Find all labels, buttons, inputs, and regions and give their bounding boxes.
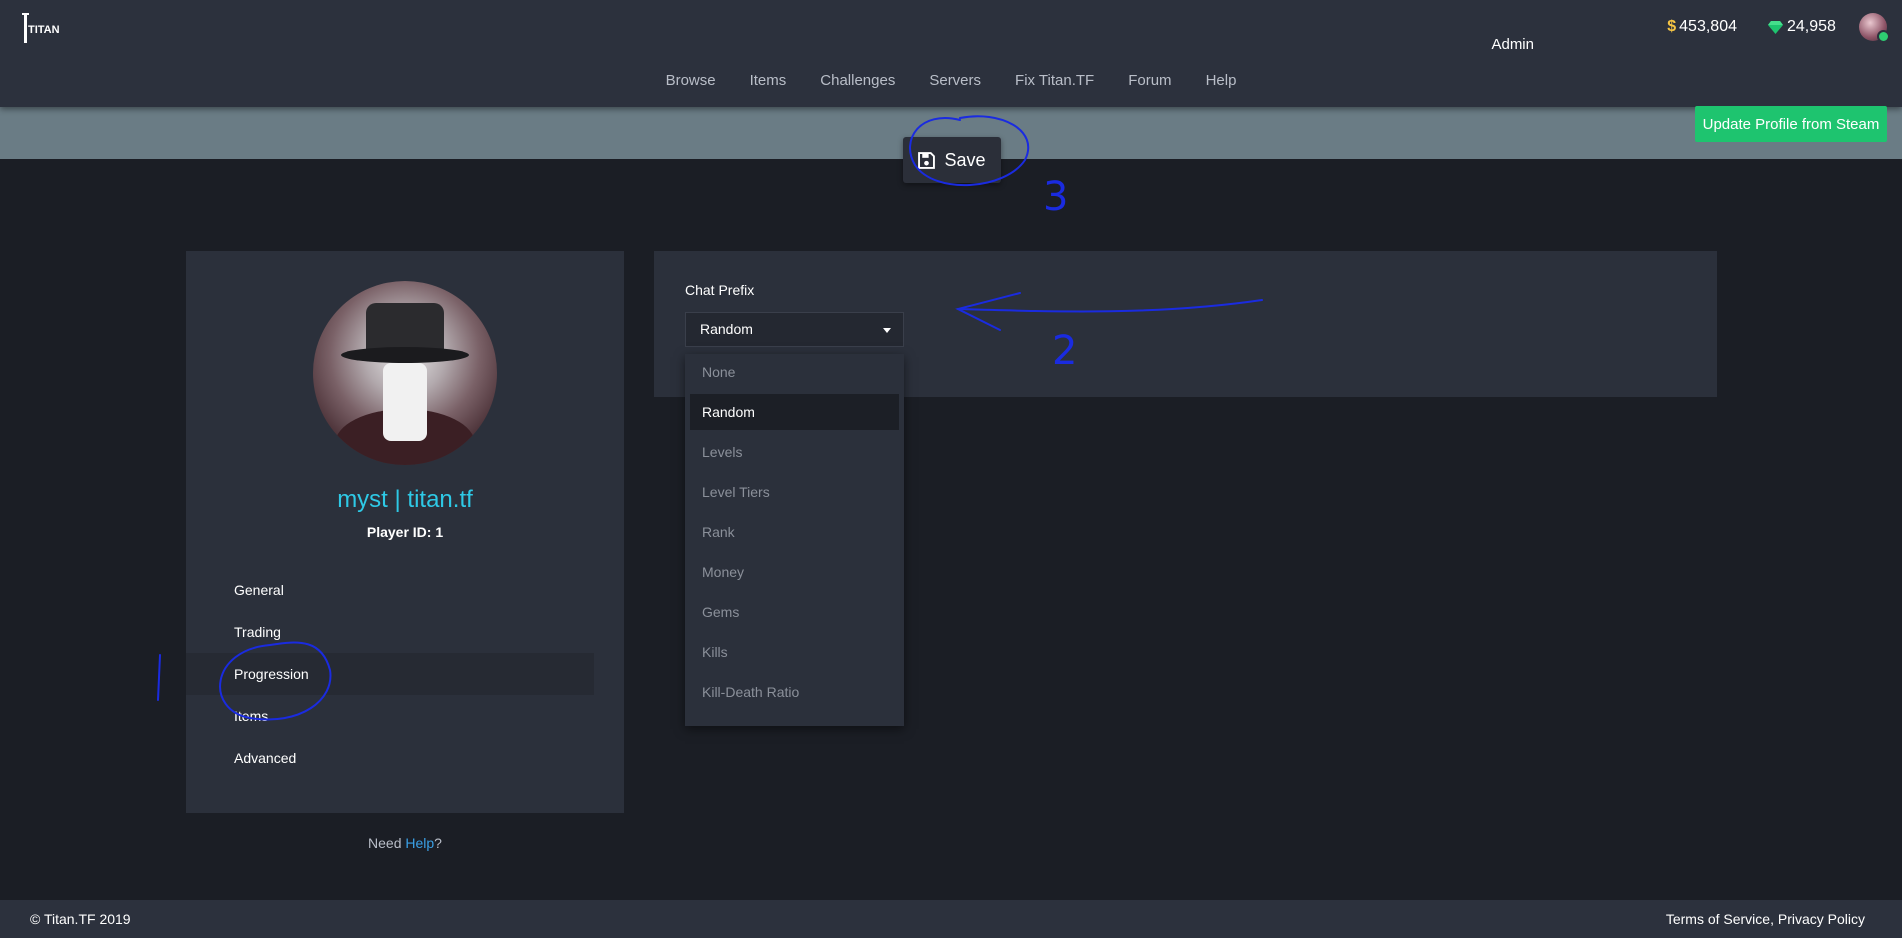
main-nav: Browse Items Challenges Servers Fix Tita… bbox=[0, 72, 1902, 89]
gem-icon bbox=[1768, 20, 1783, 34]
nav-forum[interactable]: Forum bbox=[1128, 72, 1171, 89]
save-label: Save bbox=[944, 149, 986, 170]
nav-help[interactable]: Help bbox=[1206, 72, 1237, 89]
option-level-tiers[interactable]: Level Tiers bbox=[690, 474, 899, 510]
nav-browse[interactable]: Browse bbox=[666, 72, 716, 89]
chat-prefix-select[interactable]: Random bbox=[685, 312, 904, 347]
option-rank[interactable]: Rank bbox=[690, 514, 899, 550]
menu-item-general[interactable]: General bbox=[186, 569, 624, 611]
footer: © Titan.TF 2019 Terms of Service, Privac… bbox=[0, 900, 1902, 938]
chat-prefix-dropdown: None Random Levels Level Tiers Rank Mone… bbox=[685, 354, 904, 726]
option-kills[interactable]: Kills bbox=[690, 634, 899, 670]
profile-sidebar: myst | titan.tf Player ID: 1 General Tra… bbox=[186, 251, 624, 813]
money-balance: $ 453,804 bbox=[1667, 18, 1737, 36]
need-help-text: Need Help? bbox=[368, 835, 442, 851]
menu-item-trading[interactable]: Trading bbox=[186, 611, 624, 653]
caret-down-icon bbox=[883, 328, 891, 333]
chat-prefix-value: Random bbox=[700, 321, 753, 337]
floppy-disk-icon bbox=[918, 151, 936, 169]
money-value: 453,804 bbox=[1679, 18, 1737, 35]
player-name: myst | titan.tf bbox=[337, 486, 473, 513]
nav-fix-titan[interactable]: Fix Titan.TF bbox=[1015, 72, 1094, 89]
gem-balance: 24,958 bbox=[1768, 18, 1836, 36]
top-bar: TITAN Admin $ 453,804 24,958 Browse Item… bbox=[0, 0, 1902, 107]
option-levels[interactable]: Levels bbox=[690, 434, 899, 470]
dollar-icon: $ bbox=[1667, 18, 1677, 35]
option-random[interactable]: Random bbox=[690, 394, 899, 430]
update-profile-button[interactable]: Update Profile from Steam bbox=[1695, 106, 1887, 142]
menu-item-progression[interactable]: Progression bbox=[186, 653, 594, 695]
menu-item-items[interactable]: Items bbox=[186, 695, 624, 737]
annotation-mark-1 bbox=[157, 654, 161, 701]
nav-challenges[interactable]: Challenges bbox=[820, 72, 895, 89]
settings-menu: General Trading Progression Items Advanc… bbox=[186, 569, 624, 779]
profile-avatar bbox=[313, 281, 497, 465]
annotation-label-3: 3 bbox=[1043, 174, 1068, 220]
gem-value: 24,958 bbox=[1787, 18, 1836, 35]
help-link[interactable]: Help bbox=[405, 835, 434, 851]
option-kill-death-ratio[interactable]: Kill-Death Ratio bbox=[690, 674, 899, 710]
chat-prefix-label: Chat Prefix bbox=[685, 282, 755, 298]
menu-item-advanced[interactable]: Advanced bbox=[186, 737, 624, 779]
nav-servers[interactable]: Servers bbox=[929, 72, 981, 89]
save-button[interactable]: Save bbox=[903, 137, 1001, 183]
titan-logo[interactable]: TITAN bbox=[22, 12, 60, 43]
option-money[interactable]: Money bbox=[690, 554, 899, 590]
option-none[interactable]: None bbox=[690, 354, 899, 390]
player-id: Player ID: 1 bbox=[366, 524, 444, 540]
copyright: © Titan.TF 2019 bbox=[30, 911, 131, 927]
username[interactable]: Admin bbox=[1491, 17, 1534, 71]
user-avatar[interactable] bbox=[1859, 13, 1890, 43]
nav-items[interactable]: Items bbox=[750, 72, 787, 89]
online-status-dot bbox=[1877, 30, 1890, 43]
option-gems[interactable]: Gems bbox=[690, 594, 899, 630]
terms-privacy-links[interactable]: Terms of Service, Privacy Policy bbox=[1666, 911, 1865, 927]
